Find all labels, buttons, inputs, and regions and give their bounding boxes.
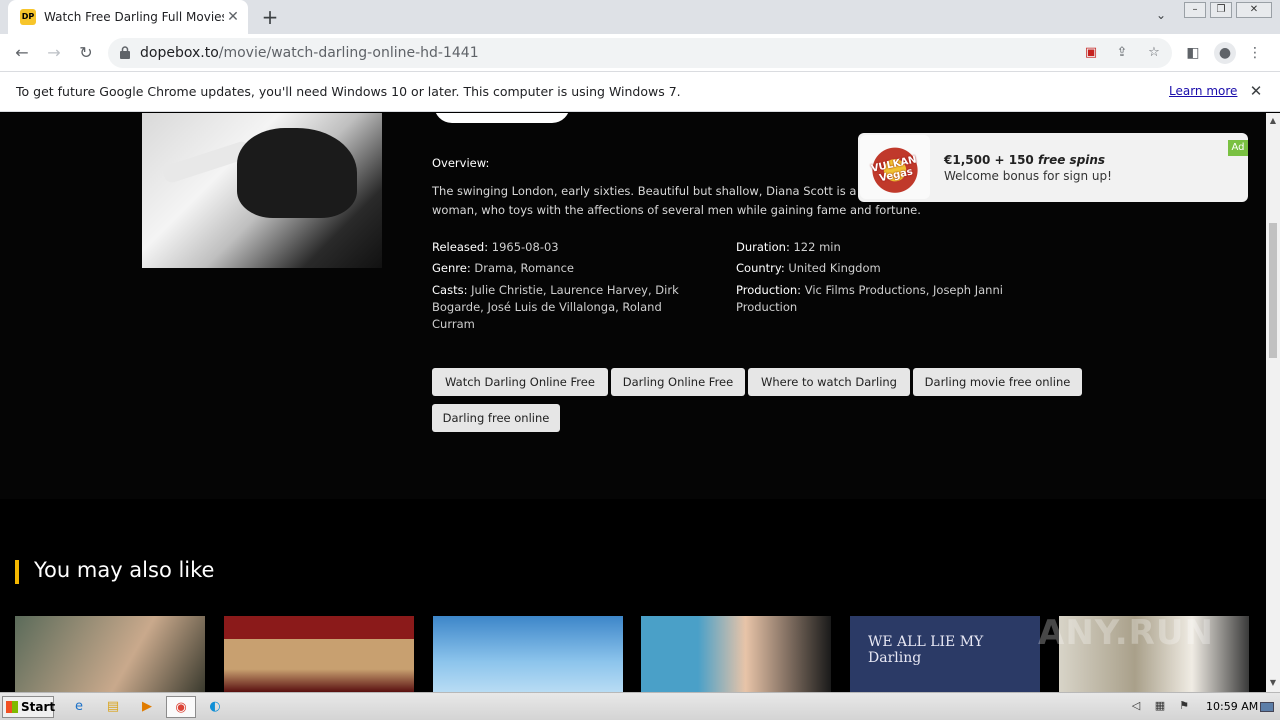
edge-icon[interactable]: ◐ bbox=[204, 696, 226, 718]
released-label: Released: bbox=[432, 240, 489, 254]
network-icon[interactable]: ▦ bbox=[1152, 699, 1168, 715]
ad-title-emphasis: free spins bbox=[1037, 153, 1106, 167]
address-bar[interactable]: dopebox.to/movie/watch-darling-online-hd… bbox=[108, 38, 1172, 68]
reload-icon[interactable]: ↻ bbox=[75, 42, 97, 64]
file-explorer-icon[interactable]: ▤ bbox=[102, 696, 124, 718]
bookmark-star-icon[interactable]: ☆ bbox=[1145, 44, 1163, 62]
casts-row: Casts: Julie Christie, Laurence Harvey, … bbox=[432, 282, 702, 333]
section-title: You may also like bbox=[34, 558, 215, 582]
ad-subtitle: Welcome bonus for sign up! bbox=[944, 169, 1112, 183]
windows-taskbar: Start e ▤ ▶ ◉ ◐ ◁ ▦ ⚑ 10:59 AM bbox=[0, 692, 1280, 720]
tab-search-chevron-icon[interactable]: ⌄ bbox=[1152, 8, 1170, 26]
anyrun-watermark: ANY.RUN bbox=[1038, 613, 1214, 653]
keyword-tag[interactable]: Where to watch Darling bbox=[748, 368, 910, 396]
section-accent-bar bbox=[15, 560, 19, 584]
released-value: 1965-08-03 bbox=[491, 240, 559, 254]
thumbnail-title-text: WE ALL LIE MY Darling bbox=[868, 634, 984, 666]
casts-label: Casts: bbox=[432, 283, 468, 297]
ad-logo-text: VULKAN Vegas bbox=[870, 154, 918, 185]
duration-value: 122 min bbox=[793, 240, 841, 254]
forward-arrow-icon[interactable]: → bbox=[43, 42, 65, 64]
taskbar-clock[interactable]: 10:59 AM bbox=[1206, 700, 1258, 713]
country-row: Country: United Kingdom bbox=[736, 261, 881, 275]
window-minimize-button[interactable]: – bbox=[1184, 2, 1206, 18]
back-arrow-icon[interactable]: ← bbox=[11, 42, 33, 64]
windows-logo-icon bbox=[6, 701, 18, 713]
scroll-down-arrow-icon[interactable]: ▼ bbox=[1269, 678, 1277, 687]
show-desktop-icon[interactable] bbox=[1260, 702, 1274, 712]
browser-tab[interactable]: DP Watch Free Darling Full Movies Onlin … bbox=[8, 0, 248, 34]
released-row: Released: 1965-08-03 bbox=[432, 240, 559, 254]
start-label: Start bbox=[21, 700, 56, 714]
lock-icon bbox=[120, 46, 130, 59]
ad-logo: VULKAN Vegas bbox=[860, 135, 930, 199]
casts-value[interactable]: Julie Christie, Laurence Harvey, Dirk Bo… bbox=[432, 283, 679, 331]
keyword-tag[interactable]: Darling movie free online bbox=[913, 368, 1082, 396]
media-player-icon[interactable]: ▶ bbox=[136, 696, 158, 718]
url-path: /movie/watch-darling-online-hd-1441 bbox=[218, 45, 479, 61]
window-close-button[interactable]: ✕ bbox=[1236, 2, 1272, 18]
infobar-message: To get future Google Chrome updates, you… bbox=[16, 84, 681, 99]
related-movie-thumbnail[interactable] bbox=[641, 616, 831, 692]
action-center-flag-icon[interactable]: ⚑ bbox=[1176, 699, 1192, 715]
related-movie-thumbnail[interactable] bbox=[433, 616, 623, 692]
window-restore-button[interactable]: ❐ bbox=[1210, 2, 1232, 18]
side-panel-icon[interactable]: ◧ bbox=[1182, 42, 1204, 64]
tab-strip: DP Watch Free Darling Full Movies Onlin … bbox=[0, 0, 1280, 34]
watch-now-button[interactable] bbox=[434, 113, 570, 123]
ad-badge[interactable]: Ad bbox=[1228, 140, 1248, 156]
related-movie-thumbnail[interactable] bbox=[15, 616, 205, 692]
vertical-scrollbar[interactable]: ▲ ▼ bbox=[1266, 113, 1280, 692]
movie-poster bbox=[142, 113, 382, 268]
url-text: dopebox.to/movie/watch-darling-online-hd… bbox=[140, 45, 479, 61]
browser-toolbar: ← → ↻ dopebox.to/movie/watch-darling-onl… bbox=[0, 34, 1280, 72]
scroll-up-arrow-icon[interactable]: ▲ bbox=[1269, 116, 1277, 125]
overview-label: Overview: bbox=[432, 156, 490, 170]
duration-row: Duration: 122 min bbox=[736, 240, 841, 254]
url-host: dopebox.to bbox=[140, 45, 219, 61]
profile-avatar-icon[interactable]: ● bbox=[1214, 42, 1236, 64]
share-icon[interactable]: ⇪ bbox=[1113, 44, 1131, 62]
new-tab-button[interactable]: + bbox=[260, 6, 280, 28]
keyword-tag[interactable]: Darling Online Free bbox=[611, 368, 745, 396]
production-label: Production: bbox=[736, 283, 802, 297]
learn-more-link[interactable]: Learn more bbox=[1169, 84, 1237, 98]
cast-blocked-icon[interactable]: ▣ bbox=[1082, 44, 1100, 62]
start-button[interactable]: Start bbox=[2, 696, 56, 718]
production-row: Production: Vic Films Productions, Josep… bbox=[736, 282, 1036, 316]
volume-icon[interactable]: ◁ bbox=[1128, 699, 1144, 715]
scrollbar-thumb[interactable] bbox=[1269, 223, 1277, 358]
internet-explorer-icon[interactable]: e bbox=[68, 696, 90, 718]
casino-ad-banner[interactable]: VULKAN Vegas €1,500 + 150 free spins Wel… bbox=[858, 133, 1248, 202]
keyword-tag[interactable]: Darling free online bbox=[432, 404, 560, 432]
update-infobar: To get future Google Chrome updates, you… bbox=[0, 72, 1280, 112]
keyword-tag[interactable]: Watch Darling Online Free bbox=[432, 368, 608, 396]
ad-title-prefix: €1,500 + 150 bbox=[944, 153, 1038, 167]
ad-title: €1,500 + 150 free spins bbox=[944, 153, 1105, 167]
page-viewport: Overview: The swinging London, early six… bbox=[0, 113, 1266, 692]
chrome-taskbar-icon[interactable]: ◉ bbox=[166, 696, 196, 718]
genre-label: Genre: bbox=[432, 261, 471, 275]
duration-label: Duration: bbox=[736, 240, 790, 254]
infobar-close-icon[interactable]: ✕ bbox=[1248, 82, 1264, 100]
related-movie-thumbnail[interactable] bbox=[224, 616, 414, 692]
country-label: Country: bbox=[736, 261, 785, 275]
genre-value[interactable]: Drama, Romance bbox=[474, 261, 574, 275]
tab-close-icon[interactable]: ✕ bbox=[224, 8, 242, 26]
related-movie-thumbnail[interactable]: WE ALL LIE MY Darling bbox=[850, 616, 1040, 692]
country-value[interactable]: United Kingdom bbox=[788, 261, 880, 275]
site-favicon-icon: DP bbox=[20, 9, 36, 25]
tab-title: Watch Free Darling Full Movies Onlin bbox=[44, 10, 224, 24]
menu-kebab-icon[interactable]: ⋮ bbox=[1244, 42, 1266, 64]
genre-row: Genre: Drama, Romance bbox=[432, 261, 574, 275]
